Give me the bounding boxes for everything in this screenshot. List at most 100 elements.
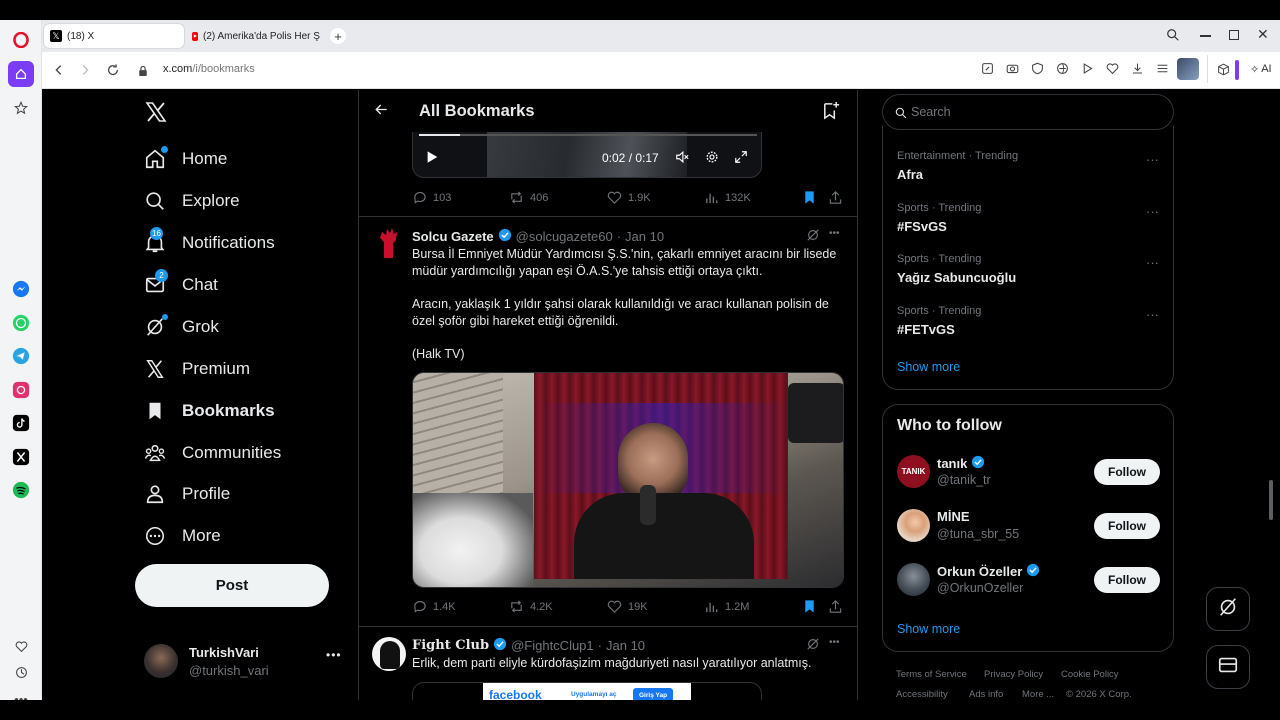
follow-button[interactable]: Follow xyxy=(1094,567,1160,593)
trend-more-icon[interactable]: ··· xyxy=(1146,255,1159,270)
opera-logo-icon[interactable] xyxy=(13,31,29,49)
play-button-icon[interactable] xyxy=(425,150,439,169)
tweet2-handle[interactable]: @FightcClup1 xyxy=(511,638,594,653)
follow-suggestion[interactable]: Orkun Özeller @OrkunOzeller Follow xyxy=(883,561,1173,601)
heart-icon[interactable] xyxy=(8,633,34,659)
tab-x[interactable]: 𝕏 (18) X xyxy=(44,24,184,48)
nav-grok[interactable]: Grok xyxy=(144,311,219,343)
trend-item[interactable]: Sports · Trending #FETvGS ··· xyxy=(883,301,1173,345)
spotify-icon[interactable] xyxy=(8,477,34,503)
new-folder-icon[interactable] xyxy=(821,101,840,125)
history-icon[interactable] xyxy=(8,659,34,685)
home-workspace-icon[interactable] xyxy=(8,61,34,87)
camera-icon[interactable] xyxy=(1006,62,1019,80)
menu-icon[interactable] xyxy=(1156,62,1169,80)
grok-explain-icon[interactable] xyxy=(806,228,820,247)
heart-outline-icon[interactable] xyxy=(1106,62,1119,80)
fight-club-avatar[interactable] xyxy=(372,637,406,671)
bookmark-active-icon[interactable] xyxy=(802,599,817,619)
share-icon[interactable] xyxy=(828,190,843,210)
tiktok-icon[interactable] xyxy=(8,410,34,436)
tweet2-media[interactable]: facebook Uygulamayı aç Giriş Yap xyxy=(412,682,762,700)
video-player[interactable]: 0:02 / 0:17 xyxy=(412,132,762,178)
search-field[interactable]: Search xyxy=(882,94,1174,130)
tweet1-author[interactable]: Solcu Gazete xyxy=(412,229,494,244)
bookmark-active-icon[interactable] xyxy=(802,190,817,210)
edit-icon[interactable] xyxy=(981,62,994,80)
tweet1-date[interactable]: Jan 10 xyxy=(625,229,664,244)
footer-link[interactable]: Terms of Service xyxy=(896,669,967,680)
trend-item[interactable]: Sports · Trending #FSvGS ··· xyxy=(883,198,1173,242)
like-action[interactable]: 1.9K xyxy=(607,190,651,205)
repost-action[interactable]: 4.2K xyxy=(509,599,553,614)
minimize-icon[interactable] xyxy=(1200,35,1211,37)
repost-action[interactable]: 406 xyxy=(509,190,548,205)
trend-more-icon[interactable]: ··· xyxy=(1146,204,1159,219)
follow-suggestion[interactable]: TANIK tanık @tanik_tr Follow xyxy=(883,453,1173,493)
nav-home[interactable]: Home xyxy=(144,143,227,175)
nav-premium[interactable]: Premium xyxy=(144,353,250,385)
vpn-icon[interactable] xyxy=(1056,62,1069,80)
trend-more-icon[interactable]: ··· xyxy=(1146,152,1159,167)
x-app-icon[interactable] xyxy=(8,444,34,470)
trend-item[interactable]: Sports · Trending Yağız Sabuncuoğlu ··· xyxy=(883,249,1173,293)
url-field[interactable]: x.com/i/bookmarks xyxy=(163,63,255,75)
nav-notifications[interactable]: 16 Notifications xyxy=(144,227,275,259)
follow-suggestion[interactable]: MİNE @tuna_sbr_55 Follow xyxy=(883,507,1173,547)
reply-action[interactable]: 103 xyxy=(412,190,451,205)
search-tabs-icon[interactable] xyxy=(1166,28,1180,47)
settings-gear-icon[interactable] xyxy=(705,150,719,169)
mute-icon[interactable] xyxy=(675,150,689,169)
grok-explain-icon[interactable] xyxy=(806,637,820,656)
lock-icon[interactable] xyxy=(138,64,148,82)
tweet1-more-icon[interactable]: ••• xyxy=(829,228,840,239)
shield-icon[interactable] xyxy=(1031,62,1044,80)
video-progress-track[interactable] xyxy=(419,134,757,136)
page-scrollbar[interactable] xyxy=(1269,480,1273,520)
like-action[interactable]: 19K xyxy=(607,599,648,614)
instagram-icon[interactable] xyxy=(8,377,34,403)
footer-link[interactable]: More ... xyxy=(1022,689,1054,700)
extensions-cube-icon[interactable] xyxy=(1217,63,1230,81)
close-window-icon[interactable]: ✕ xyxy=(1257,26,1269,43)
nav-explore[interactable]: Explore xyxy=(144,185,240,217)
reload-icon[interactable] xyxy=(106,63,120,82)
fullscreen-icon[interactable] xyxy=(734,150,748,169)
tweet2-author[interactable]: Fight Club xyxy=(412,638,489,653)
nav-profile[interactable]: Profile xyxy=(144,478,230,510)
trends-show-more[interactable]: Show more xyxy=(897,360,960,374)
nav-communities[interactable]: Communities xyxy=(144,437,281,469)
views-action[interactable]: 132K xyxy=(704,190,751,205)
nav-more[interactable]: More xyxy=(144,520,221,552)
forward-icon[interactable] xyxy=(78,63,92,82)
star-icon[interactable] xyxy=(8,95,34,121)
post-button[interactable]: Post xyxy=(135,564,329,607)
back-arrow-icon[interactable] xyxy=(374,102,389,122)
tweet2-date[interactable]: Jan 10 xyxy=(606,638,645,653)
footer-link[interactable]: Accessibility xyxy=(896,689,948,700)
footer-link[interactable]: Privacy Policy xyxy=(984,669,1043,680)
browser-profile-avatar[interactable] xyxy=(1177,58,1199,80)
tweet1-handle[interactable]: @solcugazete60 xyxy=(516,229,613,244)
whatsapp-icon[interactable] xyxy=(8,310,34,336)
tweet1-media[interactable] xyxy=(412,372,844,588)
share-icon[interactable] xyxy=(828,599,843,619)
messenger-icon[interactable] xyxy=(8,276,34,302)
nav-bookmarks[interactable]: Bookmarks xyxy=(144,395,275,427)
account-more-icon[interactable]: ••• xyxy=(326,648,342,662)
download-icon[interactable] xyxy=(1131,62,1144,80)
account-switcher[interactable]: TurkishVari @turkish_vari ••• xyxy=(144,640,354,684)
follow-show-more[interactable]: Show more xyxy=(897,622,960,636)
footer-link[interactable]: Cookie Policy xyxy=(1061,669,1119,680)
footer-link[interactable]: Ads info xyxy=(969,689,1003,700)
x-logo-icon[interactable] xyxy=(144,100,168,129)
play-icon[interactable] xyxy=(1081,62,1094,80)
tab-youtube[interactable]: (2) Amerika'da Polis Her Ş... xyxy=(186,24,320,48)
grok-float-button[interactable] xyxy=(1206,587,1250,631)
trend-item[interactable]: Entertainment · Trending Afra ··· xyxy=(883,146,1173,190)
messages-float-button[interactable] xyxy=(1206,645,1250,689)
restore-icon[interactable] xyxy=(1229,30,1239,40)
solcu-gazete-avatar[interactable] xyxy=(374,226,404,260)
nav-chat[interactable]: 2 Chat xyxy=(144,269,218,301)
follow-button[interactable]: Follow xyxy=(1094,459,1160,485)
